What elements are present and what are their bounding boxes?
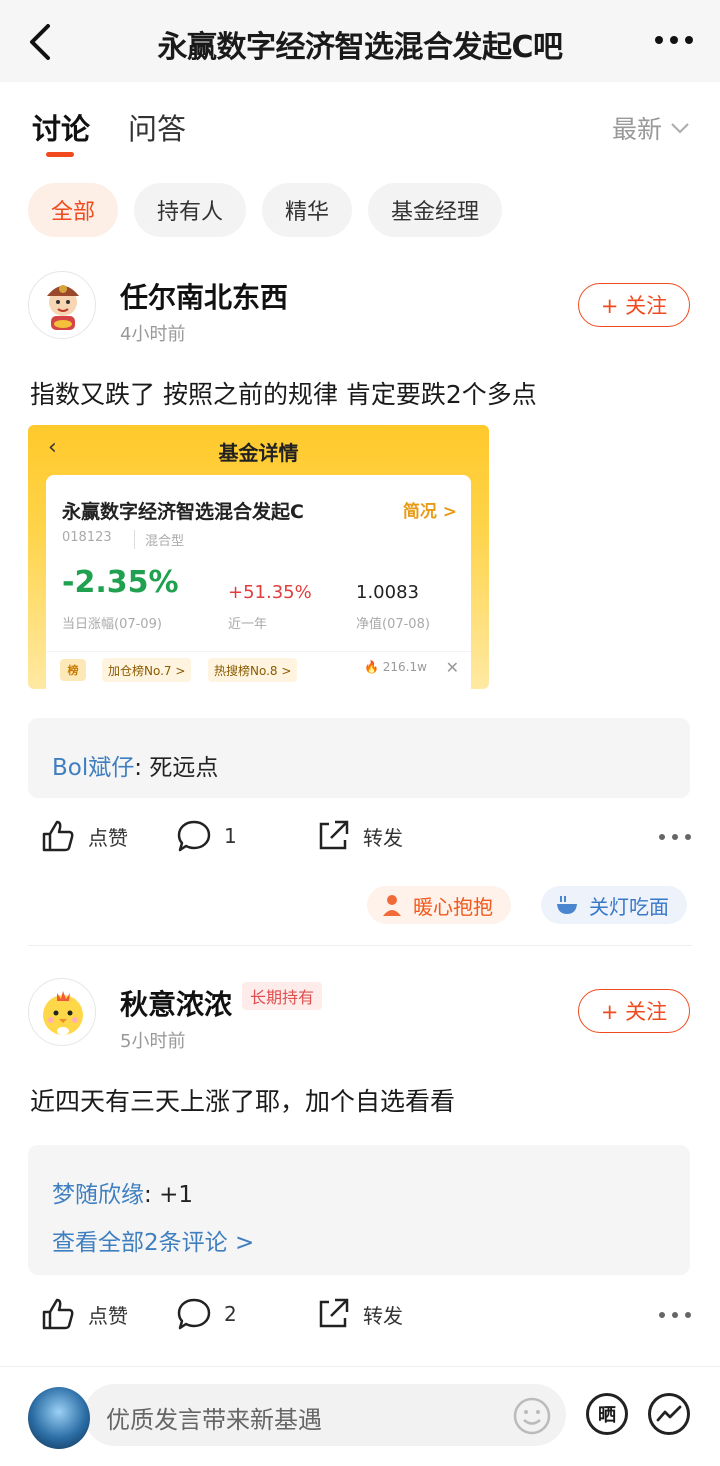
comment-username[interactable]: 梦随欣缘 <box>52 1182 144 1208</box>
comment-count: 1 <box>224 824 237 848</box>
today-change-label: 当日涨幅(07-09) <box>62 617 162 632</box>
rank-icon: 榜 <box>60 659 86 681</box>
hug-person-icon <box>383 895 401 916</box>
noodle-bowl-icon <box>557 896 577 914</box>
comment-preview[interactable]: 梦随欣缘: +1 查看全部2条评论 > <box>28 1145 690 1275</box>
comment-line: Bol斌仔: 死远点 <box>52 748 218 782</box>
net-asset-value: 1.0083 <box>356 582 419 603</box>
compose-input[interactable]: 优质发言带来新基遇 <box>84 1384 566 1446</box>
filter-chip-fund-manager[interactable]: 基金经理 <box>368 183 503 237</box>
share-label: 转发 <box>363 825 403 850</box>
chevron-down-icon <box>671 123 689 134</box>
close-icon[interactable]: ✕ <box>446 658 459 677</box>
avatar-mascot-icon <box>47 285 79 330</box>
comment-count: 2 <box>224 1302 237 1326</box>
reaction-label: 关灯吃面 <box>589 894 669 919</box>
filter-chip-essence[interactable]: 精华 <box>262 183 353 237</box>
more-options-icon[interactable] <box>654 30 694 50</box>
sort-label: 最新 <box>611 115 662 144</box>
heat-value: 216.1w <box>382 660 427 674</box>
hot-search-rank-tag[interactable]: 热搜榜No.8 > <box>208 658 298 682</box>
back-arrow-icon[interactable] <box>22 20 62 64</box>
thumbs-up-icon <box>42 820 74 852</box>
comment-bubble-icon <box>177 820 211 852</box>
add-position-rank-tag[interactable]: 加仓榜No.7 > <box>102 658 192 682</box>
nav-label: 净值(07-08) <box>356 617 430 632</box>
post-action-bar: 点赞 2 转发 <box>0 1296 720 1340</box>
sort-dropdown[interactable]: 最新 <box>612 110 690 146</box>
comment-button[interactable]: 1 <box>176 818 237 854</box>
fire-icon: 🔥 <box>364 660 379 674</box>
username[interactable]: 任尔南北东西 <box>120 276 288 316</box>
tab-qa[interactable]: 问答 <box>128 106 186 148</box>
emoji-icon[interactable] <box>512 1396 552 1436</box>
like-button[interactable]: 点赞 <box>40 818 128 854</box>
avatar-chick-icon <box>43 991 83 1035</box>
comment-text: +1 <box>159 1182 193 1208</box>
username[interactable]: 秋意浓浓 <box>120 983 232 1023</box>
bottom-compose-bar: 优质发言带来新基遇 晒 <box>0 1366 720 1466</box>
tab-discussion[interactable]: 讨论 <box>32 106 90 148</box>
like-label: 点赞 <box>88 825 128 850</box>
reaction-noodles[interactable]: 关灯吃面 <box>541 886 687 924</box>
fund-type: 混合型 <box>134 530 184 549</box>
post-time: 5小时前 <box>120 1031 186 1052</box>
share-arrow-icon <box>319 1298 349 1328</box>
comment-separator: : <box>134 755 150 781</box>
comment-line: 梦随欣缘: +1 <box>52 1175 193 1209</box>
trend-chart-button[interactable] <box>648 1393 690 1435</box>
active-tab-indicator <box>46 152 74 157</box>
more-options-icon[interactable] <box>658 832 692 842</box>
like-button[interactable]: 点赞 <box>40 1296 128 1332</box>
fund-brief-link[interactable]: 简况 > <box>403 497 457 522</box>
year-change-label: 近一年 <box>228 617 268 632</box>
reaction-warm-hug[interactable]: 暖心抱抱 <box>367 886 511 924</box>
user-avatar[interactable] <box>28 1387 90 1449</box>
fund-info-panel: 永赢数字经济智选混合发起C 简况 > 018123 混合型 -2.35% +51… <box>46 475 471 689</box>
post-time: 4小时前 <box>120 324 186 345</box>
post-text[interactable]: 近四天有三天上涨了耶，加个自选看看 <box>30 1082 690 1118</box>
follow-button[interactable]: + 关注 <box>578 989 690 1033</box>
compose-placeholder: 优质发言带来新基遇 <box>106 1406 322 1434</box>
avatar[interactable] <box>28 978 96 1046</box>
comment-text: 死远点 <box>149 755 219 781</box>
heat-count: 🔥 216.1w <box>364 660 427 674</box>
trend-line-icon <box>656 1405 682 1422</box>
share-label: 转发 <box>363 1303 403 1328</box>
fund-code: 018123 <box>62 530 112 545</box>
comment-separator: : <box>144 1182 160 1208</box>
filter-chip-holders[interactable]: 持有人 <box>134 183 247 237</box>
card-header: 基金详情 <box>218 441 299 465</box>
more-options-icon[interactable] <box>658 1310 692 1320</box>
post-action-bar: 点赞 1 转发 <box>0 818 720 862</box>
comment-preview[interactable]: Bol斌仔: 死远点 <box>28 718 690 798</box>
share-button[interactable]: 转发 <box>315 1296 403 1332</box>
year-change: +51.35% <box>228 582 312 603</box>
post-divider <box>28 945 692 946</box>
follow-button[interactable]: + 关注 <box>578 283 690 327</box>
fund-name: 永赢数字经济智选混合发起C <box>62 501 304 523</box>
like-label: 点赞 <box>88 1303 128 1328</box>
share-show-button[interactable]: 晒 <box>586 1393 628 1435</box>
filter-chips: 全部 持有人 精华 基金经理 <box>28 183 503 237</box>
comment-username[interactable]: Bol斌仔 <box>52 755 134 781</box>
share-arrow-icon <box>319 820 349 850</box>
fund-rank-row: 榜 加仓榜No.7 > 热搜榜No.8 > 🔥 216.1w ✕ <box>46 651 471 689</box>
filter-chip-all[interactable]: 全部 <box>28 183 119 237</box>
top-nav-bar: 永赢数字经济智选混合发起C吧 <box>0 0 720 82</box>
today-change: -2.35% <box>62 565 179 600</box>
fund-detail-card[interactable]: ‹ 基金详情 永赢数字经济智选混合发起C 简况 > 018123 混合型 -2.… <box>28 425 489 689</box>
avatar[interactable] <box>28 271 96 339</box>
tab-bar: 讨论 问答 最新 <box>0 82 720 172</box>
long-term-holder-badge: 长期持有 <box>242 982 323 1010</box>
share-button[interactable]: 转发 <box>315 818 403 854</box>
comment-button[interactable]: 2 <box>176 1296 237 1332</box>
page-title: 永赢数字经济智选混合发起C吧 <box>157 30 563 65</box>
comment-bubble-icon <box>177 1298 211 1330</box>
thumbs-up-icon <box>42 1298 74 1330</box>
reaction-label: 暖心抱抱 <box>413 894 493 919</box>
view-all-comments-link[interactable]: 查看全部2条评论 > <box>52 1223 254 1257</box>
post-text[interactable]: 指数又跌了 按照之前的规律 肯定要跌2个多点 <box>30 375 690 411</box>
